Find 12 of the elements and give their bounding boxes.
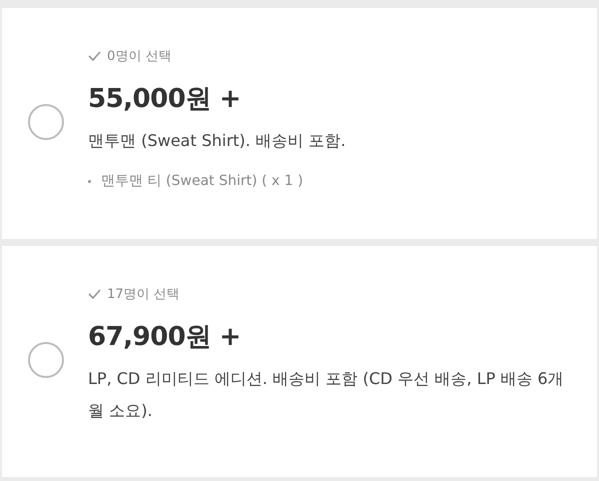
selection-count: 0명이 선택 — [107, 48, 172, 65]
reward-description: LP, CD 리미티드 에디션. 배송비 포함 (CD 우선 배송, LP 배송 6개월 소요). — [88, 368, 565, 422]
radio-button[interactable] — [28, 342, 64, 378]
reward-description: 맨투맨 (Sweat Shirt). 배송비 포함. — [88, 130, 346, 152]
price: 55,000원 + — [88, 83, 242, 115]
included-item: 맨투맨 티 (Sweat Shirt) ( x 1 ) — [101, 172, 304, 191]
bullet-icon — [88, 180, 91, 182]
radio-button[interactable] — [28, 104, 64, 140]
price: 67,900원 + — [88, 321, 242, 353]
check-icon — [88, 51, 101, 61]
check-icon — [88, 289, 101, 299]
selection-count: 17명이 선택 — [107, 286, 180, 303]
